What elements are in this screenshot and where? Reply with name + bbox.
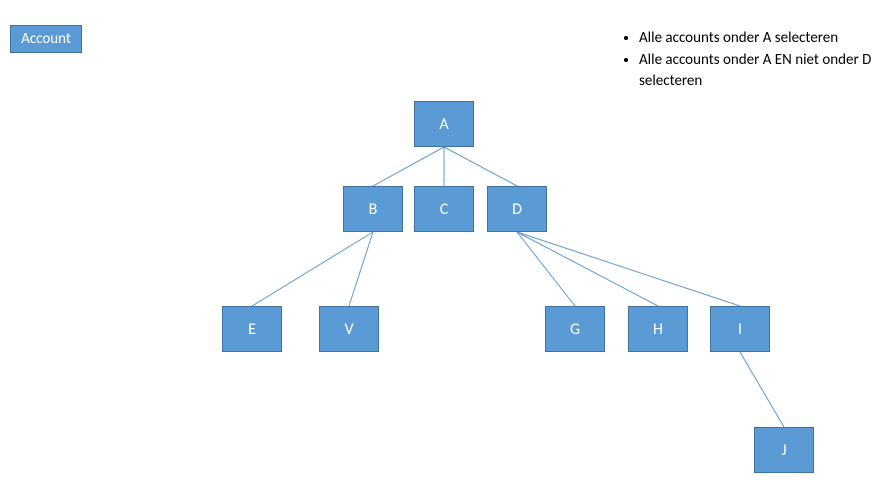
node-a-label: A xyxy=(439,115,448,134)
node-b-label: B xyxy=(369,200,378,219)
node-e: E xyxy=(222,306,282,352)
node-d-label: D xyxy=(512,200,522,219)
node-g: G xyxy=(545,306,605,352)
node-b: B xyxy=(343,186,403,232)
node-i: I xyxy=(710,306,770,352)
bullet-list: Alle accounts onder A selecteren Alle ac… xyxy=(619,28,889,93)
node-h: H xyxy=(628,306,688,352)
node-j-label: J xyxy=(781,441,786,460)
node-e-label: E xyxy=(248,320,256,339)
bullet-item-1: Alle accounts onder A selecteren xyxy=(639,28,889,50)
legend-account-box: Account xyxy=(10,25,82,53)
node-a: A xyxy=(414,101,474,147)
node-v-label: V xyxy=(344,320,353,339)
bullet-item-2: Alle accounts onder A EN niet onder D se… xyxy=(639,50,889,93)
node-c-label: C xyxy=(440,200,449,219)
node-h-label: H xyxy=(653,320,663,339)
node-i-label: I xyxy=(738,320,742,339)
node-d: D xyxy=(487,186,547,232)
node-v: V xyxy=(319,306,379,352)
node-c: C xyxy=(414,186,474,232)
node-g-label: G xyxy=(570,320,580,339)
node-j: J xyxy=(754,427,814,473)
legend-account-label: Account xyxy=(21,30,71,48)
